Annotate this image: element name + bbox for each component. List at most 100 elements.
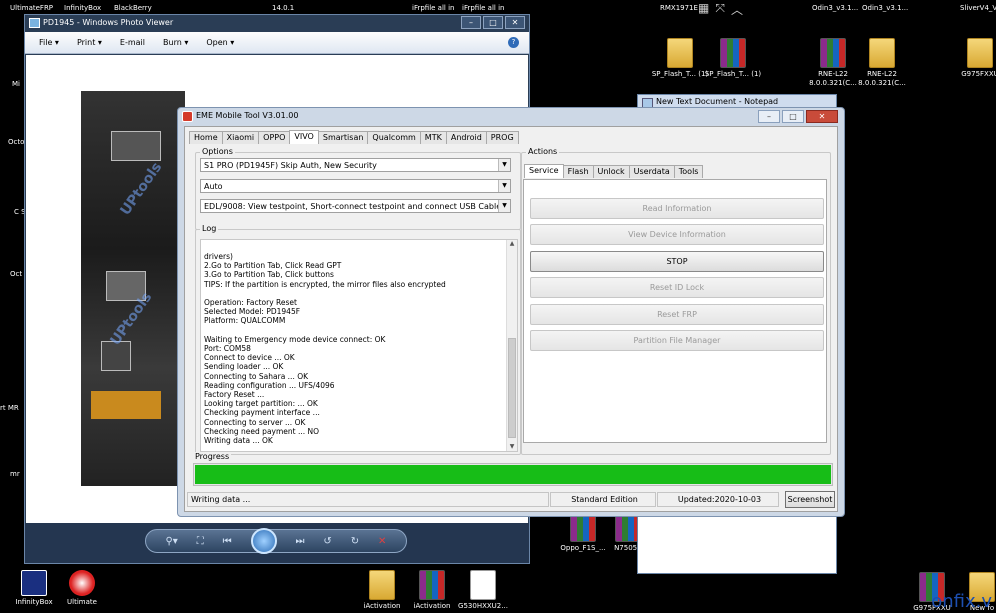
chevron-up-icon[interactable]: ︿ [731, 1, 743, 18]
rotate-right-icon[interactable]: ↻ [351, 536, 359, 547]
log-line: Waiting to Emergency mode device connect… [204, 334, 386, 344]
log-line: Connect to device ... OK [204, 353, 295, 363]
reset-frp-button[interactable]: Reset FRP [530, 304, 824, 325]
zoom-icon[interactable]: ⚲▾ [165, 536, 177, 547]
tab-vivo[interactable]: VIVO [289, 130, 319, 144]
folder-icon [667, 38, 693, 68]
menu-email[interactable]: E-mail [120, 38, 145, 47]
scroll-up-icon[interactable]: ▲ [507, 240, 517, 250]
archive-icon [720, 38, 746, 68]
tab-oppo[interactable]: OPPO [258, 131, 291, 144]
eme-app-icon [182, 111, 193, 122]
previous-icon[interactable]: ⏮ [223, 536, 232, 547]
expand-icon[interactable]: ⤧ [715, 1, 725, 18]
progress-fill [195, 465, 831, 484]
close-button[interactable]: ✕ [806, 110, 838, 123]
edl-select[interactable]: EDL/9008: View testpoint, Short-connect … [200, 199, 511, 213]
tab-prog[interactable]: PROG [485, 131, 519, 144]
desktop-icon[interactable]: G530HXXU2... [453, 570, 513, 611]
eme-title: EME Mobile Tool V3.01.00 [196, 111, 299, 120]
tab-home[interactable]: Home [189, 131, 223, 144]
model-select[interactable]: S1 PRO (PD1945F) Skip Auth, New Security… [200, 158, 511, 172]
minimize-button[interactable]: – [758, 110, 780, 123]
desktop-label: Odin3_v3.1... [862, 4, 909, 12]
log-scrollbar[interactable]: ▲ ▼ [506, 240, 517, 451]
service-panel: Read Information View Device Information… [523, 179, 827, 443]
log-label: Log [200, 224, 219, 233]
desktop-icon[interactable]: G975FXXU [950, 38, 996, 79]
folder-icon [369, 570, 395, 600]
maximize-button[interactable]: □ [782, 110, 804, 123]
eme-window[interactable]: EME Mobile Tool V3.01.00 – □ ✕ Home Xiao… [177, 107, 845, 517]
menu-print[interactable]: Print ▾ [77, 38, 102, 47]
log-line: Reading configuration ... UFS/4096 [204, 380, 335, 390]
log-line: Looking target partition: ... OK [204, 399, 318, 409]
archive-icon [419, 570, 445, 600]
log-line: Checking payment interface ... [204, 408, 320, 418]
log-line: Platform: QUALCOMM [204, 316, 286, 326]
tab-android[interactable]: Android [445, 131, 487, 144]
desktop-icon[interactable]: Ultimate [52, 570, 112, 607]
next-icon[interactable]: ⏭ [295, 536, 304, 547]
rotate-left-icon[interactable]: ↺ [323, 536, 331, 547]
tab-mtk[interactable]: MTK [419, 131, 447, 144]
log-line: Connecting to server ... OK [204, 417, 306, 427]
scroll-thumb[interactable] [508, 338, 516, 438]
menu-burn[interactable]: Burn ▾ [163, 38, 188, 47]
delete-icon[interactable]: ✕ [378, 536, 386, 547]
log-line: Port: COM58 [204, 344, 251, 353]
tab-xiaomi[interactable]: Xiaomi [221, 131, 260, 144]
log-line: 3.Go to Partition Tab, Click buttons [204, 270, 334, 280]
maximize-button[interactable]: □ [483, 16, 503, 29]
desktop-icon[interactable]: SP_Flash_T... (1) [650, 38, 710, 79]
help-icon[interactable]: ? [508, 37, 519, 48]
action-tabs: Service Flash Unlock Userdata Tools [524, 164, 704, 178]
desktop-label: RMX1971E [660, 4, 698, 12]
slideshow-icon[interactable] [250, 528, 277, 554]
eme-titlebar[interactable]: EME Mobile Tool V3.01.00 – □ ✕ [178, 108, 844, 125]
reset-id-lock-button[interactable]: Reset ID Lock [530, 277, 824, 298]
log-line: Sending loader ... OK [204, 362, 284, 372]
minimize-button[interactable]: – [461, 16, 481, 29]
read-information-button[interactable]: Read Information [530, 198, 824, 219]
screenshot-button[interactable]: Screenshot [785, 491, 835, 508]
tab-smartisan[interactable]: Smartisan [317, 131, 369, 144]
desktop-label: Octo [8, 138, 25, 146]
actual-size-icon[interactable]: ⛶ [197, 536, 204, 547]
app-icon [69, 570, 95, 596]
tab-flash[interactable]: Flash [562, 165, 594, 178]
menu-open[interactable]: Open ▾ [206, 38, 234, 47]
chevron-down-icon: ▼ [498, 200, 510, 212]
playback-controls: ⚲▾ ⛶ ⏮ ⏭ ↺ ↻ ✕ [145, 528, 407, 554]
log-line: Writing data ... OK [204, 436, 273, 445]
status-bar: Writing data ... Standard Edition Update… [187, 492, 837, 509]
grid-icon[interactable]: ▦ [698, 1, 709, 18]
file-icon [470, 570, 496, 600]
tab-unlock[interactable]: Unlock [592, 165, 630, 178]
log-textbox[interactable]: drivers) 2.Go to Partition Tab, Click Rea… [200, 239, 518, 452]
desktop-icon[interactable]: RNE-L22 8.0.0.321(C... [852, 38, 912, 88]
tab-tools[interactable]: Tools [673, 165, 704, 178]
tab-qualcomm[interactable]: Qualcomm [367, 131, 421, 144]
app-icon [21, 570, 47, 596]
close-button[interactable]: ✕ [505, 16, 525, 29]
partition-file-manager-button[interactable]: Partition File Manager [530, 330, 824, 351]
viewer-corner-controls[interactable]: ▦ ⤧ ︿ [698, 1, 743, 18]
tab-service[interactable]: Service [524, 164, 564, 178]
tab-userdata[interactable]: Userdata [628, 165, 675, 178]
desktop-label: rt MR [0, 404, 19, 412]
scroll-down-icon[interactable]: ▼ [507, 443, 517, 451]
mode-select[interactable]: Auto ▼ [200, 179, 511, 193]
photo-viewer-titlebar[interactable]: PD1945 - Windows Photo Viewer – □ ✕ [25, 15, 529, 32]
status-updated: Updated:2020-10-03 [657, 492, 779, 507]
desktop-label: iFrpfile all in [412, 4, 455, 12]
log-line: drivers) [204, 252, 233, 261]
site-watermark: onfix.v [931, 591, 992, 612]
view-device-information-button[interactable]: View Device Information [530, 224, 824, 245]
menu-file[interactable]: File ▾ [39, 38, 59, 47]
desktop-icon[interactable]: SP_Flash_T... (1) [703, 38, 763, 79]
progress-label: Progress [193, 452, 232, 461]
status-message: Writing data ... [187, 492, 549, 507]
stop-button[interactable]: STOP [530, 251, 824, 272]
progress-bar [193, 463, 833, 486]
